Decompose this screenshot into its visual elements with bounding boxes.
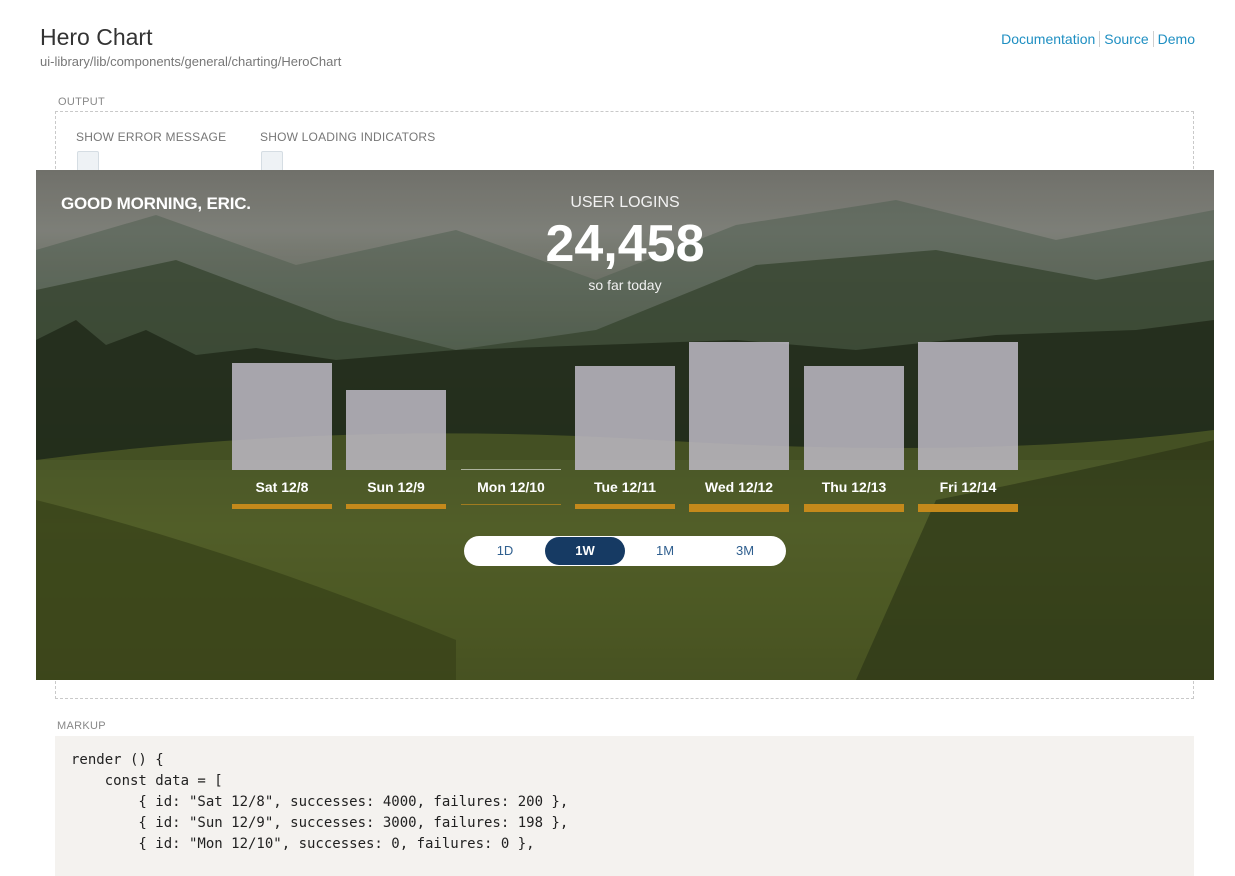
bar-category-label: Sun 12/9 bbox=[367, 479, 425, 495]
bar-category-label: Thu 12/13 bbox=[821, 479, 887, 495]
bar-category-label: Tue 12/11 bbox=[593, 479, 656, 495]
link-divider bbox=[1152, 31, 1154, 47]
success-bar[interactable] bbox=[575, 366, 675, 470]
markup-section-label: MARKUP bbox=[57, 720, 106, 732]
demo-link[interactable]: Demo bbox=[1158, 31, 1195, 47]
range-1w-button[interactable]: 1W bbox=[545, 537, 625, 565]
code-line: const data = [ bbox=[71, 773, 223, 789]
code-block: render () { const data = [ { id: "Sat 12… bbox=[55, 736, 1194, 876]
bar-category-label: Wed 12/12 bbox=[704, 479, 774, 495]
output-section-label: OUTPUT bbox=[58, 96, 106, 108]
range-1d-button[interactable]: 1D bbox=[465, 537, 545, 565]
bar-chart: Sat 12/8 Sun 12/9 Mon 12/10 Tue 12/11 Wed 12… bbox=[36, 170, 1214, 680]
failure-bar[interactable] bbox=[346, 504, 446, 509]
failure-bar[interactable] bbox=[575, 504, 675, 509]
success-bar[interactable] bbox=[689, 342, 789, 470]
failure-bar[interactable] bbox=[804, 504, 904, 512]
failure-bar[interactable] bbox=[689, 504, 789, 512]
code-line: { id: "Mon 12/10", successes: 0, failure… bbox=[71, 836, 535, 852]
top-links: Documentation Source Demo bbox=[1001, 31, 1195, 47]
range-toggle: 1D 1W 1M 3M bbox=[464, 536, 786, 566]
success-bar[interactable] bbox=[232, 363, 332, 470]
success-bar[interactable] bbox=[918, 342, 1018, 470]
page-title: Hero Chart bbox=[40, 24, 153, 50]
failure-baseline bbox=[461, 504, 561, 505]
empty-bar-baseline bbox=[461, 469, 561, 470]
code-line: render () { bbox=[71, 752, 164, 768]
failure-bar[interactable] bbox=[232, 504, 332, 509]
option-label-loading: SHOW LOADING INDICATORS bbox=[260, 130, 436, 144]
bar-category-label: Sat 12/8 bbox=[255, 479, 309, 495]
component-path: ui-library/lib/components/general/charti… bbox=[40, 54, 342, 69]
success-bar[interactable] bbox=[804, 366, 904, 470]
bar-category-label: Mon 12/10 bbox=[477, 479, 545, 495]
code-line: { id: "Sat 12/8", successes: 4000, failu… bbox=[71, 794, 569, 810]
link-divider bbox=[1099, 31, 1101, 47]
bar-category-label: Fri 12/14 bbox=[939, 479, 997, 495]
code-line: { id: "Sun 12/9", successes: 3000, failu… bbox=[71, 815, 569, 831]
failure-bar[interactable] bbox=[918, 504, 1018, 512]
success-bar[interactable] bbox=[346, 390, 446, 470]
option-label-error: SHOW ERROR MESSAGE bbox=[76, 130, 227, 144]
documentation-link[interactable]: Documentation bbox=[1001, 31, 1095, 47]
hero-chart: GOOD MORNING, ERIC. USER LOGINS 24,458 s… bbox=[36, 170, 1214, 680]
range-3m-button[interactable]: 3M bbox=[705, 537, 785, 565]
source-link[interactable]: Source bbox=[1104, 31, 1148, 47]
range-1m-button[interactable]: 1M bbox=[625, 537, 705, 565]
